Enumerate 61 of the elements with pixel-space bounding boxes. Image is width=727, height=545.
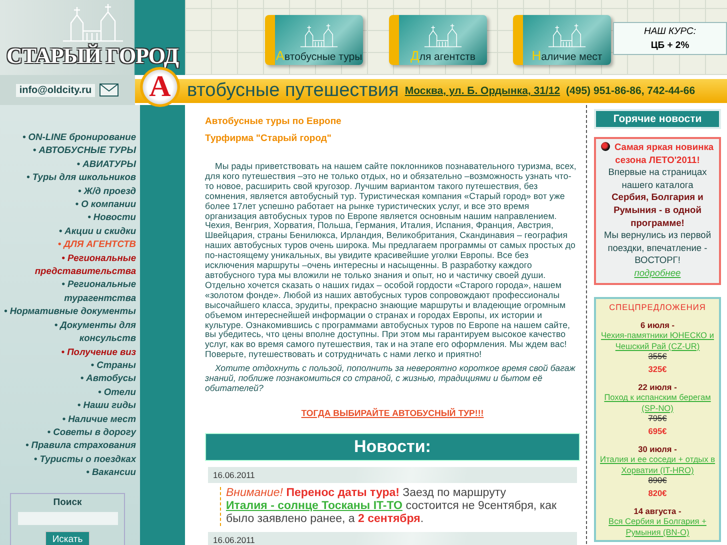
old-price: 355€ bbox=[647, 351, 668, 362]
banner-title: втобусные путешествия bbox=[187, 80, 399, 102]
search-field[interactable] bbox=[18, 512, 118, 525]
nav-link[interactable]: • Наличие мест bbox=[62, 412, 136, 426]
nav-link[interactable]: • Отели bbox=[98, 386, 136, 400]
church-icon bbox=[299, 22, 339, 48]
nav-link[interactable]: • Вакансии bbox=[86, 466, 136, 480]
search-button[interactable]: Искать bbox=[45, 530, 90, 545]
nav-link[interactable]: • Нормативные документы bbox=[4, 305, 136, 319]
email-link[interactable]: info@oldcity.ru bbox=[16, 84, 95, 96]
nav-link[interactable]: • О компании bbox=[75, 198, 136, 212]
news-text: Внимание! Перенос даты тура! Заезд по маршруту Италия - солнце Тосканы IT-TO состоится не 9сентября, как было заявлено ранее, а 2 сентября. bbox=[220, 486, 580, 526]
nav-link[interactable]: • Получение виз bbox=[61, 346, 136, 359]
nav-link[interactable]: • Документы для консульств bbox=[0, 318, 136, 346]
offer-price: 820€ bbox=[647, 488, 668, 498]
hot-text: Мы вернулись из первой поездки, впечатление - ВОСТОРГ! bbox=[602, 229, 712, 267]
hot-news-button[interactable]: Горячие новости bbox=[594, 109, 721, 129]
offer-date: 30 июля - bbox=[637, 444, 678, 454]
offer-date: 14 августа - bbox=[632, 506, 682, 516]
question-paragraph: Хотите отдохнуть с пользой, пополнить за невероятно короткое время свой багаж знаний, поближе познакомиться со страной, с жизнью, традициями и бытом её обитателей? bbox=[205, 364, 576, 394]
church-icon bbox=[423, 22, 463, 48]
nav-link[interactable]: • АВИАТУРЫ bbox=[76, 158, 136, 172]
section-heading: Турфирма "Старый город" bbox=[205, 132, 332, 146]
hot-intro: Впервые на страницах нашего каталога bbox=[607, 166, 708, 192]
tour-call-link[interactable]: ТОГДА ВЫБИРАЙТЕ АВТОБУСНЫЙ ТУР!!! bbox=[205, 408, 580, 418]
offer-price: 695€ bbox=[647, 426, 668, 436]
old-price: 795€ bbox=[647, 413, 668, 424]
nav-link[interactable]: • АВТОБУСНЫЕ ТУРЫ bbox=[32, 144, 136, 158]
news-date: 16.06.2011 bbox=[208, 532, 577, 545]
hot-highlight: Сербия, Болгария и Румыния - в одной программе! bbox=[610, 191, 704, 230]
hot-headline: Самая яркая новинка сезона ЛЕТО'2011! bbox=[598, 141, 717, 166]
specials-title: СПЕЦПРЕДЛОЖЕНИЯ bbox=[608, 302, 707, 312]
address-link[interactable]: Москва, ул. Б. Ордынка, 31/12 bbox=[404, 85, 560, 97]
nav-link[interactable]: • Туристы о поездках bbox=[34, 452, 136, 466]
nav-link[interactable]: • Туры для школьников bbox=[26, 171, 136, 185]
section-heading: Автобусные туры по Европе bbox=[205, 115, 342, 129]
phone-text: (495) 951-86-86, 742-44-66 bbox=[566, 85, 696, 97]
search-title: Поиск bbox=[52, 496, 83, 508]
nav-link[interactable]: • Советы в дорогу bbox=[47, 426, 136, 440]
nav-link[interactable]: • ON-LINE бронирование bbox=[22, 131, 136, 144]
nav-link[interactable]: • Автобусы bbox=[80, 372, 136, 386]
news-date: 16.06.2011 bbox=[208, 466, 577, 483]
rate-title: НАШ КУРС: bbox=[642, 26, 698, 37]
nav-link[interactable]: • Страны bbox=[90, 358, 136, 372]
church-icon bbox=[547, 22, 587, 48]
nav-link[interactable]: • Новости bbox=[88, 211, 136, 225]
nav-link[interactable]: • Региональные турагентства bbox=[0, 278, 136, 306]
news-heading: Новости: bbox=[205, 432, 580, 461]
nav-link[interactable]: • Наши гиды bbox=[77, 399, 136, 413]
offer-date: 22 июля - bbox=[637, 382, 678, 392]
nav-link[interactable]: • Региональные представительства bbox=[0, 252, 136, 278]
nav-link[interactable]: • Ж/д проезд bbox=[78, 184, 136, 198]
nav-link[interactable]: • Акции и скидки bbox=[58, 224, 136, 238]
offer-date: 6 июля - bbox=[639, 320, 676, 330]
envelope-icon[interactable] bbox=[98, 83, 119, 97]
rate-value: ЦБ + 2% bbox=[650, 40, 690, 51]
nav-link[interactable]: • Правила страхования bbox=[25, 439, 136, 453]
intro-paragraph: Мы рады приветствовать на нашем сайте поклонников познавательного туризма, всех, для кого путешествия –это не только отдых, но и обязательно –возможность узнать что-то новое, расширить свой кругозор. Лучшим вариантом такого путешествия, без сомнения, является автобусный тур. Туристическая компания «Старый город» вот уже более 17лет успешно работает на рынке туристических услуг, и все это время организация автобусных туров по Европе является основным нашим направлением. Чехия, Венгрия, Хорватия, Польша, Германия, Италия, Испания, Франция, Австрия, Швейцария, страны Бенилюкса, Ирландия, Великобритания, Скандинавия – география наших автобусных туров очень широка. Мы предлагаем программы от самых простых до по-настоящему уникальных, вы увидите красивейшие уголки Европы. Все без исключения маршруты –очень интересны и насыщенны. В разработку каждого автобусного тура мы вложили не только знания и опыт, но и частичку своей души. Отдельно хочется сказать о наших гидах – особой гордости «Старого города», нашем «золотом фонде». Любой из наших автобусных туров сопровождают профессионалы высочайшего класса, эрудиты, прекрасно знающие маршруты и владеющие огромным объемом интереснейшей информации о странах и городах Европы, их истории и культуре. Ознакомившись с программами автобусных туров по Европе на нашем сайте, вы убедитесь, что цены вполне доступны. При этом мы гарантируем высокое качество услуг, как во время самого путешествия, так и на этапе его оформления. Мы ждем вас! Поверьте, путешествовать и сотрудничать с нами легко и приятно! bbox=[205, 162, 578, 360]
church-icon bbox=[60, 1, 124, 43]
old-price: 890€ bbox=[647, 475, 668, 486]
offer-price: 325€ bbox=[647, 364, 668, 374]
